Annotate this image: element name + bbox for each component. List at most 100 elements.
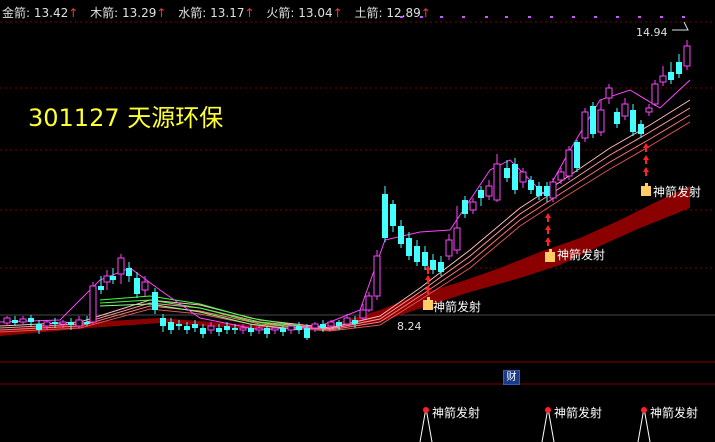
candle-body [200, 328, 206, 334]
candlestick-chart[interactable]: 14.94 8.24 神箭发射 神箭发射 神箭发射 神箭发射 神箭发射 神箭发射 [0, 0, 715, 442]
candle-body [621, 103, 629, 117]
candle-body [390, 204, 396, 226]
candle-body [630, 110, 636, 132]
candle-body [207, 325, 215, 331]
candle-body [414, 246, 420, 262]
candle-body [683, 45, 691, 67]
high-price-pointer [672, 21, 689, 31]
candle-body [536, 186, 542, 196]
candle-body [248, 328, 254, 332]
candle-body [549, 181, 557, 199]
candle-body [296, 326, 302, 330]
lower-signal-2: 神箭发射 [541, 405, 602, 442]
candle-body [645, 107, 653, 113]
candle-body [52, 322, 58, 324]
candle-body [176, 324, 182, 326]
red-dot-icon [641, 407, 647, 413]
red-dot-icon [545, 407, 551, 413]
candle-body [160, 318, 166, 326]
signal-label-2: 神箭发射 [557, 247, 605, 262]
candle-body [68, 322, 74, 325]
candle-body [19, 318, 27, 323]
lower-signal-label-3: 神箭发射 [650, 405, 698, 420]
candle-body [438, 262, 444, 272]
candle-body [103, 275, 111, 283]
candle-body [581, 111, 589, 139]
candle-body [311, 323, 319, 329]
candle-body [590, 106, 596, 134]
red-up-arrow-icon [545, 213, 551, 246]
candle-body [336, 322, 342, 326]
candle-body [36, 324, 42, 330]
candle-body [216, 328, 222, 332]
candle-body [168, 322, 174, 330]
candle-body [3, 317, 11, 324]
candle-body [504, 168, 510, 178]
candle-body [565, 149, 573, 177]
candle-body [110, 276, 116, 280]
signal-label-1: 神箭发射 [433, 299, 481, 314]
candle-body [398, 226, 404, 244]
red-dot-icon [423, 407, 429, 413]
candle-body [271, 327, 279, 331]
finance-badge[interactable]: 财 [503, 370, 520, 385]
candle-body [304, 328, 310, 338]
candle-body [89, 285, 97, 323]
candle-body [255, 327, 263, 331]
candle-body [493, 163, 501, 201]
red-up-arrow-icon [425, 265, 431, 294]
candle-body [469, 201, 477, 211]
candle-body [141, 281, 149, 291]
candle-body [239, 327, 247, 331]
candle-body [651, 83, 659, 105]
candle-body [152, 292, 158, 310]
candle-body [28, 318, 34, 322]
candle-body [98, 286, 104, 290]
candle-body [365, 295, 373, 311]
candle-body [406, 238, 412, 256]
candle-body [320, 324, 326, 328]
candle-body [382, 194, 388, 238]
high-price-label: 14.94 [636, 26, 668, 39]
candle-body [544, 186, 550, 196]
hand-pointer-icon [641, 183, 651, 196]
lower-signal-label-2: 神箭发射 [554, 405, 602, 420]
candle-body [519, 171, 527, 183]
signal-label-3: 神箭发射 [653, 184, 701, 199]
candle-body [264, 328, 270, 334]
candle-body [445, 239, 453, 257]
candle-body [574, 142, 580, 168]
lower-signal-label-1: 神箭发射 [432, 405, 480, 420]
candle-body [117, 257, 125, 275]
candles [3, 40, 691, 340]
candle-body [192, 324, 198, 328]
candle-body [453, 227, 461, 251]
candle-body [597, 109, 605, 133]
candle-body [287, 325, 295, 331]
lower-signal-3: 神箭发射 [637, 405, 698, 442]
candle-body [638, 124, 644, 134]
candle-body [512, 164, 518, 190]
candle-body [614, 112, 620, 124]
candle-body [84, 322, 90, 324]
candle-body [352, 320, 358, 324]
candle-body [280, 328, 286, 332]
candle-body [184, 326, 190, 330]
candle-body [126, 268, 132, 276]
top-dot-markers [400, 16, 685, 18]
candle-body [59, 321, 67, 325]
signal-marker-3: 神箭发射 [641, 143, 701, 199]
candle-body [668, 72, 674, 80]
candle-body [75, 319, 83, 327]
candle-body [605, 87, 613, 99]
lower-signal-1: 神箭发射 [419, 405, 480, 442]
candle-body [232, 328, 238, 330]
candle-body [373, 255, 381, 297]
candle-body [224, 326, 230, 330]
candle-body [343, 317, 351, 325]
low-price-label: 8.24 [397, 320, 422, 333]
candle-body [430, 260, 436, 270]
candle-body [659, 75, 667, 83]
candle-body [557, 171, 565, 181]
candle-body [422, 252, 428, 266]
